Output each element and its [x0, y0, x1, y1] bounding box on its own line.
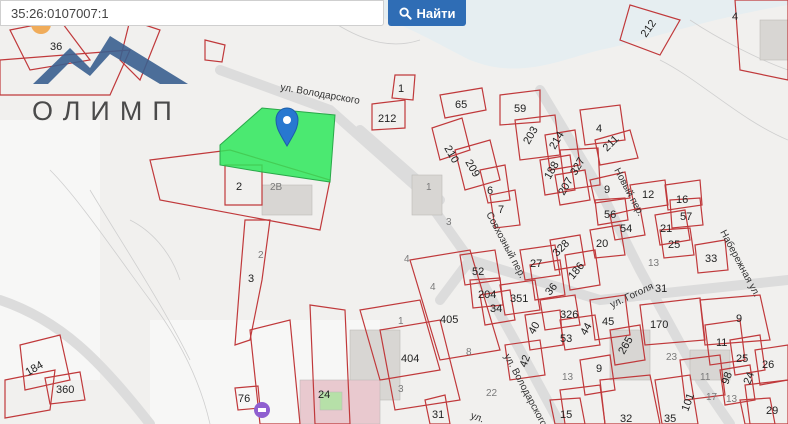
parcel-label: 21: [660, 223, 672, 235]
parcel-label: 57: [680, 211, 692, 223]
parcel-label: 9: [736, 313, 742, 325]
parcel-label: 4: [596, 123, 602, 135]
parcel-label: 212: [378, 113, 396, 125]
parcel-label: 2: [258, 250, 264, 261]
parcel-label: 22: [486, 388, 498, 399]
parcel-label: 56: [604, 209, 616, 221]
parcel-label: 13: [562, 372, 574, 383]
parcel-label: 26: [762, 359, 774, 371]
parcel-label: 53: [560, 333, 572, 345]
parcel-label: 2: [236, 181, 242, 193]
search-icon: [398, 6, 412, 20]
parcel-label: 351: [510, 293, 528, 305]
parcel-label: 204: [478, 289, 496, 301]
parcel-label: 1: [398, 316, 404, 327]
parcel-label: 16: [676, 194, 688, 206]
parcel-label: 4: [430, 282, 436, 293]
parcel-label: 404: [401, 353, 419, 365]
parcel-label: 6: [487, 185, 493, 197]
parcel-label: 29: [766, 405, 778, 417]
land-block: [0, 120, 100, 380]
parcel-label: 11: [700, 372, 711, 383]
hospital-icon: [254, 402, 270, 418]
parcel-label: 31: [655, 283, 667, 295]
parcel-label: 23: [666, 352, 678, 363]
search-input[interactable]: [1, 2, 383, 24]
parcel-label: 25: [736, 353, 748, 365]
search-button-label: Найти: [416, 5, 456, 21]
parcel-label: 76: [238, 393, 250, 405]
parcel-label: 25: [668, 239, 680, 251]
parcel-label: 2В: [270, 182, 283, 193]
parcel-label: 7: [498, 204, 504, 216]
parcel-label: 4: [732, 11, 738, 23]
parcel-label: 13: [726, 394, 738, 405]
parcel-label: 54: [620, 223, 632, 235]
parcel-label: 11: [716, 337, 727, 349]
parcel-label: 170: [650, 319, 668, 331]
parcel-label: 32: [620, 413, 632, 424]
parcel-label: 3: [248, 273, 254, 285]
parcel-label: 52: [472, 266, 484, 278]
parcel-label: 27: [530, 258, 542, 270]
parcel-label: 12: [642, 189, 654, 201]
parcel-label: 1: [426, 182, 432, 193]
parcel-label: 35: [664, 413, 676, 424]
parcel-label: 13: [648, 258, 660, 269]
parcel-label: 3: [398, 384, 404, 395]
parcel-label: 1: [398, 83, 404, 95]
parcel-label: 59: [514, 103, 526, 115]
parcel-label: 4: [404, 254, 410, 265]
parcel-label: 31: [432, 409, 444, 421]
parcel-label: 24: [318, 389, 330, 401]
parcel-label: 33: [705, 253, 717, 265]
parcel-label: 15: [560, 409, 572, 421]
parcel-label: 8: [466, 347, 472, 358]
parcel-label: 9: [604, 184, 610, 196]
parcel-label: 405: [440, 314, 458, 326]
search-bar: [0, 0, 384, 26]
parcel-label: 20: [596, 238, 608, 250]
parcel-label: 34: [490, 303, 502, 315]
parcel-label: 45: [602, 316, 614, 328]
parcel-label: 360: [56, 384, 74, 396]
parcel-label: 65: [455, 99, 467, 111]
parcel-label: 326: [560, 309, 578, 321]
parcel-label: 17: [706, 392, 718, 403]
parcel-label: 3: [446, 217, 452, 228]
search-button[interactable]: Найти: [388, 0, 466, 26]
logo-text: ОЛИМП: [32, 96, 182, 126]
parcel-label: 9: [596, 363, 602, 375]
